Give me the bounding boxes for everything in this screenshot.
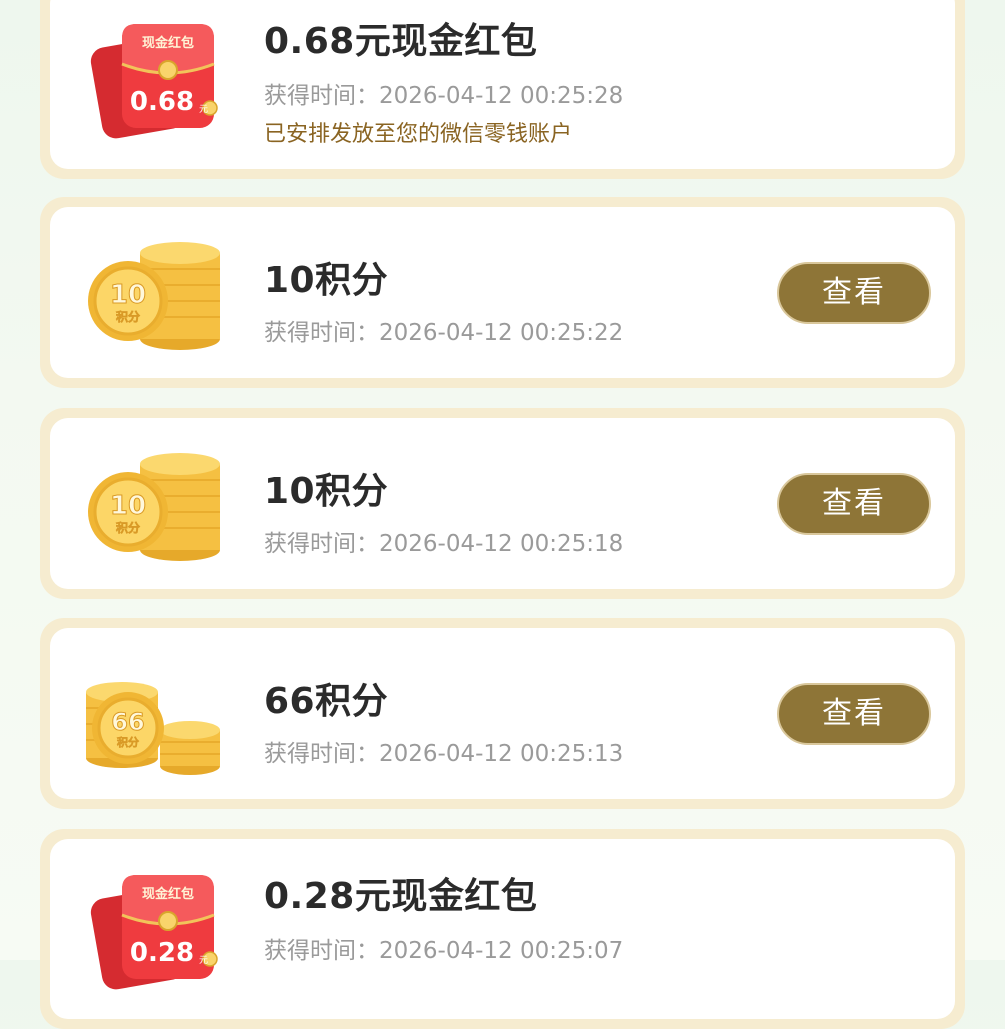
reward-record-content: 10 积分 10积分 获得时间：2026-04-12 00:25:18 查看	[50, 418, 955, 589]
record-payout-note: 已安排发放至您的微信零钱账户	[264, 122, 573, 147]
coin-unit: 积分	[116, 309, 140, 324]
coin-stack-icon: 10 积分	[88, 242, 220, 350]
record-time: 获得时间：2026-04-12 00:25:22	[264, 320, 624, 346]
red-packet-icon: 现金红包 0.28 元	[90, 875, 218, 990]
record-title: 10积分	[264, 260, 389, 301]
reward-record-card: 现金红包 0.28 元 0.28元现金红包 获得时间：2026-04-12 00…	[40, 829, 965, 1029]
reward-record-card: 现金红包 0.68 元 0.68元现金红包 获得时间：2026-04-12 00…	[40, 0, 965, 179]
reward-record-content: 66 积分 66积分 获得时间：2026-04-12 00:25:13 查看	[50, 628, 955, 799]
record-title: 0.68元现金红包	[264, 21, 538, 62]
reward-record-content: 现金红包 0.68 元 0.68元现金红包 获得时间：2026-04-12 00…	[50, 0, 955, 169]
reward-record-card: 10 积分 10积分 获得时间：2026-04-12 00:25:18 查看	[40, 408, 965, 599]
red-packet-unit: 元	[199, 105, 208, 115]
red-packet-amount: 0.28	[130, 938, 194, 968]
coin-unit: 积分	[117, 735, 139, 749]
record-title: 0.28元现金红包	[264, 876, 538, 917]
view-button[interactable]: 查看	[777, 683, 931, 745]
reward-record-content: 现金红包 0.28 元 0.28元现金红包 获得时间：2026-04-12 00…	[50, 839, 955, 1019]
red-packet-unit: 元	[199, 956, 208, 966]
view-button[interactable]: 查看	[777, 473, 931, 535]
record-time: 获得时间：2026-04-12 00:25:28	[264, 83, 624, 109]
reward-record-card: 66 积分 66积分 获得时间：2026-04-12 00:25:13 查看	[40, 618, 965, 809]
record-title: 66积分	[264, 681, 389, 722]
red-packet-icon: 现金红包 0.68 元	[90, 24, 218, 139]
reward-record-card: 10 积分 10积分 获得时间：2026-04-12 00:25:22 查看	[40, 197, 965, 388]
record-time: 获得时间：2026-04-12 00:25:18	[264, 531, 624, 557]
coin-amount: 66	[111, 708, 144, 736]
record-title: 10积分	[264, 471, 389, 512]
red-packet-caption: 现金红包	[142, 886, 194, 902]
view-button[interactable]: 查看	[777, 262, 931, 324]
coin-unit: 积分	[116, 520, 140, 535]
coin-amount: 10	[110, 491, 146, 521]
reward-record-content: 10 积分 10积分 获得时间：2026-04-12 00:25:22 查看	[50, 207, 955, 378]
record-time: 获得时间：2026-04-12 00:25:13	[264, 741, 624, 767]
coin-amount: 10	[110, 280, 146, 310]
coin-stack-icon: 66 积分	[86, 682, 220, 775]
red-packet-caption: 现金红包	[142, 35, 194, 51]
coin-stack-icon: 10 积分	[88, 453, 220, 561]
red-packet-amount: 0.68	[130, 87, 194, 117]
